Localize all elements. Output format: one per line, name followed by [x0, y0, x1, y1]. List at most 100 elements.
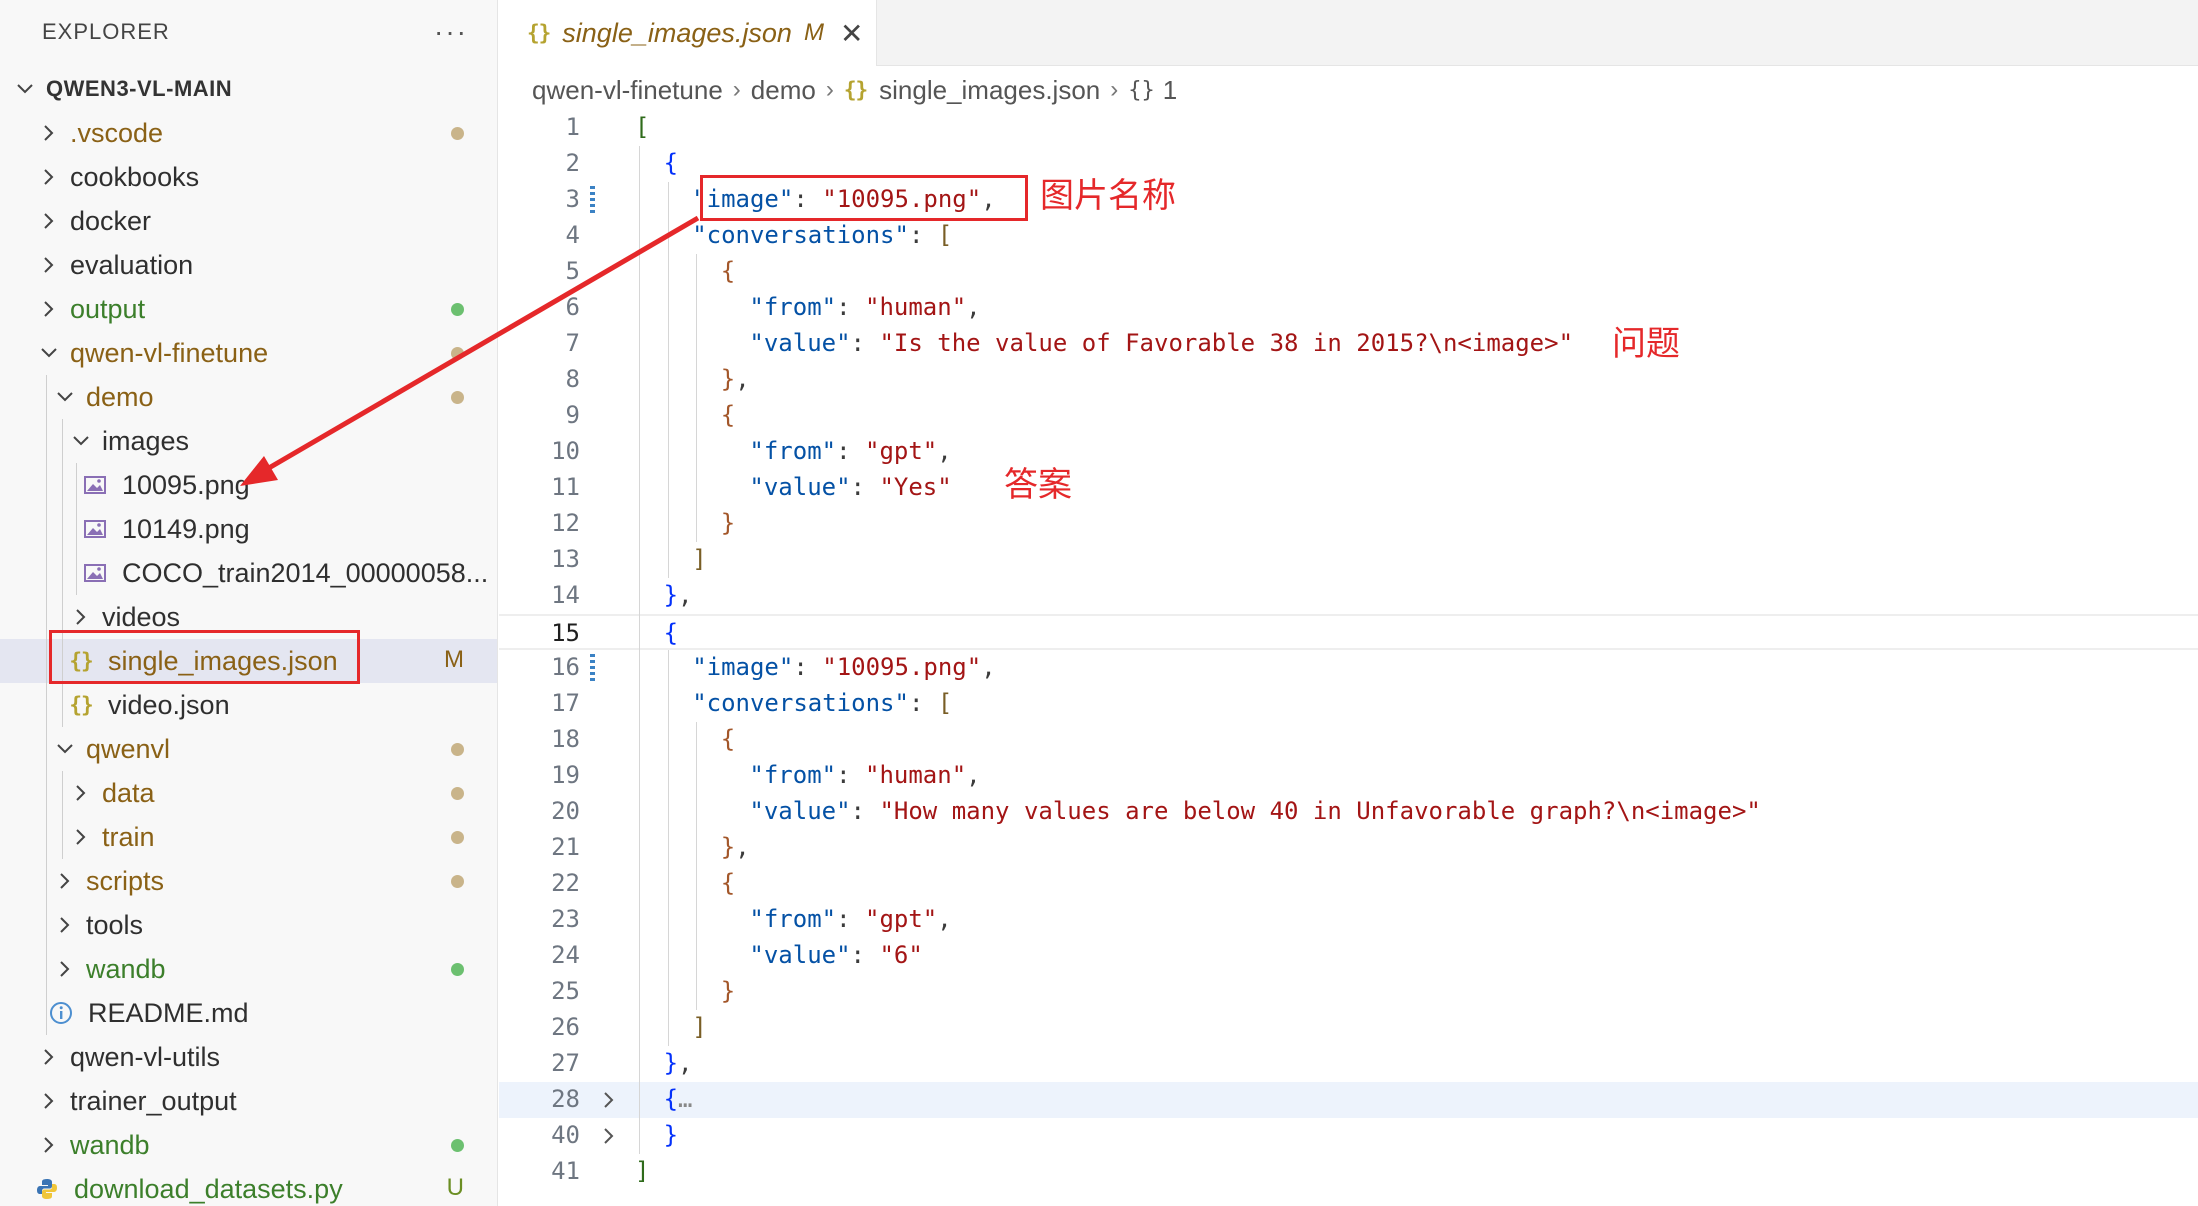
code-line[interactable]: 10 "from": "gpt",	[499, 434, 2198, 470]
code-content: "value": "Yes"	[749, 473, 951, 501]
tree-item-tools[interactable]: tools	[0, 903, 497, 947]
code-token: [	[635, 113, 650, 141]
tree-item-output[interactable]: output	[0, 287, 497, 331]
line-number: 24	[551, 941, 580, 969]
breadcrumb-item[interactable]: qwen-vl-finetune	[532, 75, 723, 106]
code-token: ,	[735, 365, 750, 393]
more-actions-icon[interactable]: ···	[434, 16, 468, 48]
chevron-down-icon	[52, 387, 78, 407]
code-content: {	[721, 725, 735, 753]
code-line[interactable]: 22 {	[499, 866, 2198, 902]
tree-item-wandb-inner[interactable]: wandb	[0, 947, 497, 991]
explorer-title: EXPLORER	[42, 19, 170, 44]
code-line[interactable]: 13]	[499, 542, 2198, 578]
tree-item-qwen-vl-finetune[interactable]: qwen-vl-finetune	[0, 331, 497, 375]
tree-item-video-json[interactable]: {} video.json	[0, 683, 497, 727]
code-content: "value": "How many values are below 40 i…	[749, 797, 1760, 825]
tree-item-label: qwen-vl-utils	[70, 1041, 221, 1072]
code-token: "human"	[865, 761, 967, 789]
code-token: ,	[678, 1049, 693, 1077]
code-line[interactable]: 27},	[499, 1046, 2198, 1082]
dirty-diff-indicator[interactable]	[590, 186, 595, 214]
tree-item-label: qwenvl	[86, 733, 171, 764]
chevron-right-icon	[36, 1135, 62, 1155]
code-line[interactable]: 18 {	[499, 722, 2198, 758]
line-number: 8	[565, 365, 580, 393]
tree-item-evaluation[interactable]: evaluation	[0, 243, 497, 287]
code-token: "Is the value of Favorable 38 in 2015?\n…	[879, 329, 1574, 357]
annotation-box-json-file	[49, 630, 360, 684]
breadcrumb-item[interactable]: demo	[751, 75, 816, 106]
tree-root-folder[interactable]: QWEN3-VL-MAIN	[0, 67, 497, 111]
tree-item-10149-png[interactable]: 10149.png	[0, 507, 497, 551]
code-line[interactable]: 16 "image": "10095.png",	[499, 650, 2198, 686]
tree-item-readme[interactable]: README.md	[0, 991, 497, 1035]
code-line[interactable]: 14},	[499, 578, 2198, 614]
dirty-diff-indicator[interactable]	[590, 654, 595, 682]
tree-item-data[interactable]: data	[0, 771, 497, 815]
code-line[interactable]: 20 "value": "How many values are below 40…	[499, 794, 2198, 830]
code-line[interactable]: 5{	[499, 254, 2198, 290]
code-content: {	[721, 401, 735, 429]
code-token: }	[720, 365, 736, 393]
line-number: 14	[551, 581, 580, 609]
code-editor[interactable]: 1[2{3 "image": "10095.png", 4 "conversation…	[499, 110, 2198, 1206]
code-line[interactable]: 41]	[499, 1154, 2198, 1190]
image-file-icon	[82, 517, 108, 541]
code-line[interactable]: 40}	[499, 1118, 2198, 1154]
tree-item-label: data	[102, 777, 155, 808]
chevron-right-icon	[36, 167, 62, 187]
tree-item-download-datasets-py[interactable]: download_datasets.py U	[0, 1167, 497, 1206]
code-line[interactable]: 23 "from": "gpt",	[499, 902, 2198, 938]
tree-item-scripts[interactable]: scripts	[0, 859, 497, 903]
code-line[interactable]: 17 "conversations": [	[499, 686, 2198, 722]
code-line[interactable]: 8},	[499, 362, 2198, 398]
code-content: ]	[635, 1157, 649, 1185]
tree-item-images[interactable]: images	[0, 419, 497, 463]
close-icon[interactable]: ✕	[840, 17, 863, 50]
untracked-badge: U	[446, 1174, 464, 1201]
code-line[interactable]: 24 "value": "6"	[499, 938, 2198, 974]
code-line[interactable]: 1[	[499, 110, 2198, 146]
code-token: [	[937, 689, 953, 717]
tree-item-docker[interactable]: docker	[0, 199, 497, 243]
chevron-right-icon	[52, 871, 78, 891]
annotation-question: 问题	[1612, 324, 1680, 364]
fold-chevron-right-icon[interactable]	[599, 1090, 619, 1110]
code-line[interactable]: 28 {…	[499, 1082, 2198, 1118]
tree-item-vscode[interactable]: .vscode	[0, 111, 497, 155]
tree-item-cookbooks[interactable]: cookbooks	[0, 155, 497, 199]
code-line[interactable]: 19 "from": "human",	[499, 758, 2198, 794]
tree-item-10095-png[interactable]: 10095.png	[0, 463, 497, 507]
code-line[interactable]: 4 "conversations": [	[499, 218, 2198, 254]
tree-item-qwenvl[interactable]: qwenvl	[0, 727, 497, 771]
code-line[interactable]: 6 "from": "human",	[499, 290, 2198, 326]
tree-item-wandb[interactable]: wandb	[0, 1123, 497, 1167]
code-token: ,	[735, 833, 750, 861]
code-content: "value": "Is the value of Favorable 38 i…	[749, 329, 1573, 357]
code-content: "conversations": [	[692, 221, 952, 249]
tree-item-demo[interactable]: demo	[0, 375, 497, 419]
line-number: 5	[565, 257, 580, 285]
tree-item-train[interactable]: train	[0, 815, 497, 859]
code-line[interactable]: 21},	[499, 830, 2198, 866]
code-line[interactable]: 7 "value": "Is the value of Favorable 38 …	[499, 326, 2198, 362]
line-number: 10	[551, 437, 580, 465]
tree-item-trainer-output[interactable]: trainer_output	[0, 1079, 497, 1123]
chevron-right-icon	[68, 607, 94, 627]
code-line[interactable]: 12}	[499, 506, 2198, 542]
tab-single-images-json[interactable]: {} single_images.json M ✕	[499, 0, 877, 66]
breadcrumb-item[interactable]: 1	[1163, 75, 1177, 106]
code-line[interactable]: 25}	[499, 974, 2198, 1010]
code-line[interactable]: 15 {	[499, 614, 2198, 650]
tree-item-label: output	[70, 293, 146, 324]
fold-chevron-right-icon[interactable]	[599, 1126, 619, 1146]
tree-item-qwen-vl-utils[interactable]: qwen-vl-utils	[0, 1035, 497, 1079]
breadcrumb-item[interactable]: single_images.json	[879, 75, 1100, 106]
code-line[interactable]: 11 "value": "Yes"	[499, 470, 2198, 506]
code-token: "human"	[865, 293, 967, 321]
code-line[interactable]: 26]	[499, 1010, 2198, 1046]
chevron-down-icon	[12, 79, 38, 99]
code-line[interactable]: 9{	[499, 398, 2198, 434]
tree-item-coco-image[interactable]: COCO_train2014_00000058...	[0, 551, 497, 595]
